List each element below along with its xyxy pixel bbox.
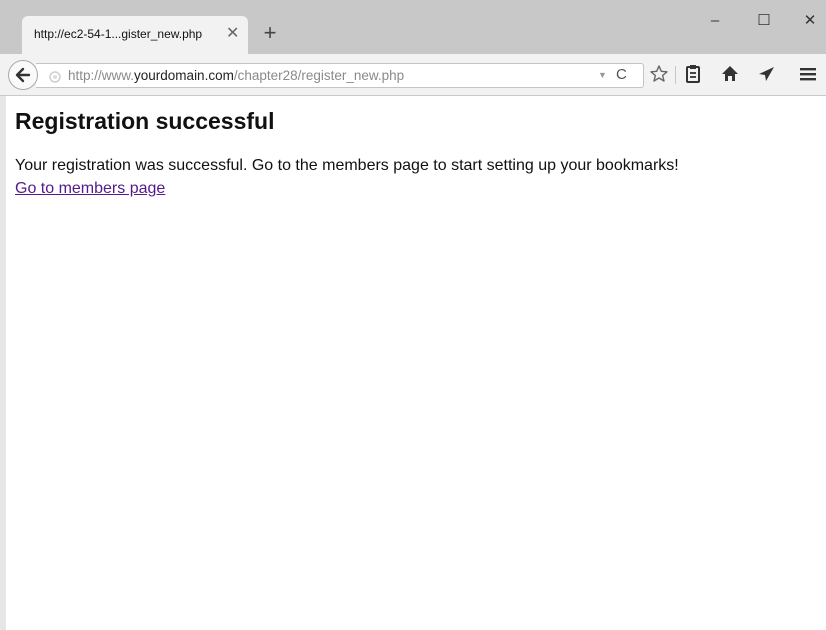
minimize-button[interactable]: – bbox=[695, 6, 735, 36]
reload-icon[interactable]: C bbox=[616, 66, 627, 83]
navigation-toolbar: http://www.yourdomain.com/chapter28/regi… bbox=[0, 54, 826, 96]
url-prefix: http://www. bbox=[68, 68, 135, 83]
send-icon[interactable] bbox=[756, 64, 778, 86]
address-bar[interactable]: http://www.yourdomain.com/chapter28/regi… bbox=[36, 63, 644, 88]
success-message: Your registration was successful. Go to … bbox=[15, 157, 679, 174]
toolbar-divider bbox=[675, 66, 676, 84]
url-path: /chapter28/register_new.php bbox=[233, 68, 405, 83]
browser-titlebar: http://ec2-54-1...gister_new.php ✕ + – ☐… bbox=[0, 0, 826, 54]
members-page-link[interactable]: Go to members page bbox=[15, 180, 165, 198]
maximize-button[interactable]: ☐ bbox=[744, 6, 784, 36]
back-button[interactable] bbox=[8, 60, 38, 90]
close-window-button[interactable]: ✕ bbox=[790, 6, 826, 36]
tab-title: http://ec2-54-1...gister_new.php bbox=[34, 27, 203, 41]
new-tab-button[interactable]: + bbox=[259, 22, 281, 44]
page-heading: Registration successful bbox=[15, 108, 275, 134]
star-icon[interactable] bbox=[649, 64, 671, 86]
tab-close-icon[interactable]: ✕ bbox=[226, 24, 239, 44]
url-dropdown-icon[interactable]: ▼ bbox=[598, 70, 607, 80]
menu-icon[interactable] bbox=[798, 64, 820, 86]
page-content: Registration successful Your registratio… bbox=[0, 96, 826, 630]
clipboard-icon[interactable] bbox=[684, 64, 706, 86]
url-host: yourdomain.com bbox=[134, 68, 234, 83]
browser-tab[interactable]: http://ec2-54-1...gister_new.php ✕ bbox=[22, 16, 248, 54]
site-identity-icon[interactable] bbox=[49, 70, 61, 88]
home-icon[interactable] bbox=[720, 64, 742, 86]
url-text[interactable]: http://www.yourdomain.com/chapter28/regi… bbox=[68, 68, 404, 83]
back-arrow-icon bbox=[15, 67, 31, 83]
